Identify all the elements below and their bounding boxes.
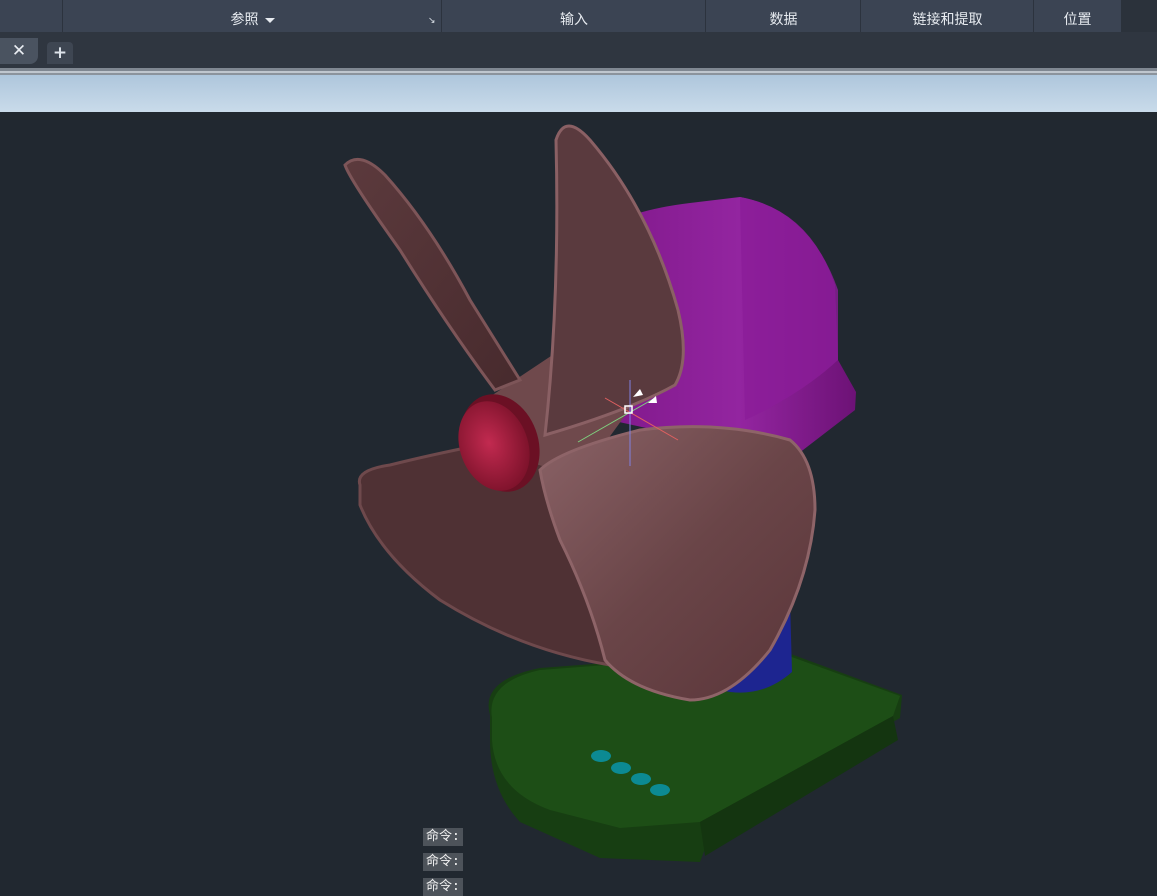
panel-location-label: 位置 xyxy=(1063,12,1092,28)
fan-blade xyxy=(543,124,685,438)
panel-location[interactable]: 位置 xyxy=(1033,0,1121,32)
dialog-launcher-icon[interactable]: ↘ xyxy=(428,16,436,26)
command-history-line: 命令: xyxy=(423,878,463,896)
panel-references-label: 参照 xyxy=(230,12,259,28)
command-history-line: 命令: xyxy=(423,853,463,871)
panel-references[interactable]: 参照 xyxy=(62,0,442,32)
close-icon[interactable]: ✕ xyxy=(0,38,38,64)
plus-icon[interactable]: + xyxy=(47,42,73,64)
panel-data-label: 数据 xyxy=(769,12,798,28)
panel-data[interactable]: 数据 xyxy=(705,0,861,32)
drawing-viewport[interactable] xyxy=(0,112,1157,896)
viewport-header-band xyxy=(0,75,1157,112)
fan-blade xyxy=(343,157,523,392)
panel-import[interactable]: 输入 xyxy=(441,0,706,32)
panel-linking-extraction[interactable]: 链接和提取 xyxy=(860,0,1034,32)
file-tab-bar xyxy=(0,32,1157,68)
panel-linking-extraction-label: 链接和提取 xyxy=(912,12,983,28)
command-history-line: 命令: xyxy=(423,828,463,846)
panel-import-label: 输入 xyxy=(560,12,588,28)
fan-3d-model xyxy=(343,124,902,862)
ribbon-empty-area xyxy=(1121,0,1157,32)
chevron-down-icon[interactable] xyxy=(264,18,275,23)
ribbon-bar: 参照 ↘ 输入 数据 链接和提取 位置 xyxy=(0,0,1157,32)
